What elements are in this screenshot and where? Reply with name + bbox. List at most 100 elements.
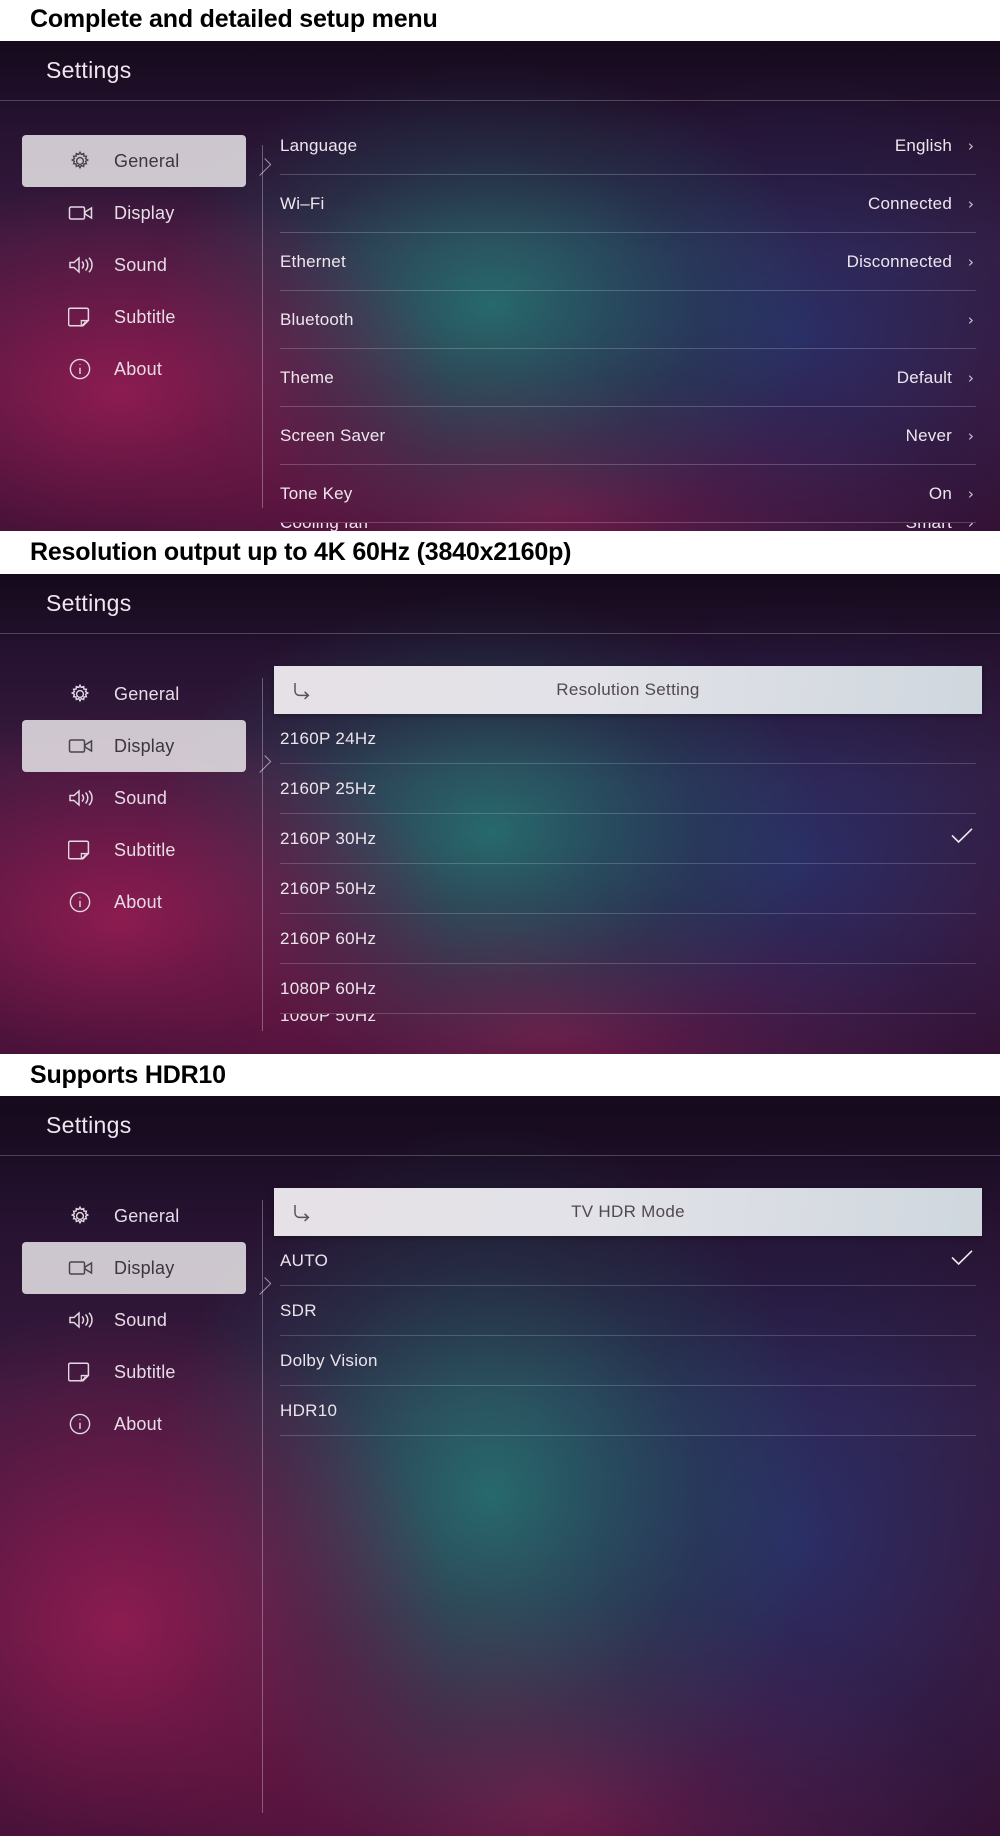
option-row-2160p-50hz[interactable]: 2160P 50Hz <box>280 864 976 914</box>
sidebar-item-label: Subtitle <box>114 839 176 860</box>
option-label: 1080P 50Hz <box>280 1014 377 1025</box>
option-label: 2160P 30Hz <box>280 828 377 848</box>
row-value: Smart <box>906 523 952 531</box>
chevron-right-icon: › <box>967 426 975 445</box>
settings-row-ethernet[interactable]: Ethernet Disconnected › <box>280 233 976 291</box>
settings-row-tone-key[interactable]: Tone Key On › <box>280 465 976 523</box>
row-label: Cooling fan <box>280 523 906 531</box>
sidebar-item-label: About <box>114 1413 163 1434</box>
subtitle-icon: T <box>68 839 98 861</box>
row-value: Connected <box>867 193 952 213</box>
svg-text:T: T <box>83 322 86 327</box>
title-bar: Settings <box>0 41 1000 101</box>
sidebar-item-general[interactable]: General <box>34 1190 246 1242</box>
sidebar-item-general[interactable]: General <box>34 668 246 720</box>
settings-row-theme[interactable]: Theme Default › <box>280 349 976 407</box>
sidebar-item-subtitle[interactable]: T Subtitle <box>34 824 246 876</box>
row-value: On <box>928 483 952 503</box>
info-icon <box>68 357 98 381</box>
option-row-1080p-60hz[interactable]: 1080P 60Hz <box>280 964 976 1014</box>
speaker-icon <box>68 1310 98 1330</box>
sidebar-item-subtitle[interactable]: T Subtitle <box>34 1346 246 1398</box>
settings-row-wifi[interactable]: Wi–Fi Connected › <box>280 175 976 233</box>
sidebar-item-label: Display <box>114 202 175 223</box>
sidebar-item-label: About <box>114 891 163 912</box>
sidebar-item-label: Subtitle <box>114 1361 176 1382</box>
sidebar-item-about[interactable]: About <box>34 876 246 928</box>
sidebar-item-general[interactable]: General <box>22 135 246 187</box>
sidebar-item-label: Sound <box>114 254 168 275</box>
option-row-2160p-25hz[interactable]: 2160P 25Hz <box>280 764 976 814</box>
option-label: SDR <box>280 1300 317 1320</box>
check-icon <box>950 1249 976 1272</box>
settings-row-language[interactable]: Language English › <box>280 117 976 175</box>
display-icon <box>68 1258 98 1278</box>
page-title: Settings <box>46 590 132 616</box>
sidebar-item-display[interactable]: Display <box>22 720 246 772</box>
row-value: Never <box>905 425 952 445</box>
row-value: Disconnected <box>846 251 952 271</box>
option-label: 2160P 24Hz <box>280 728 377 748</box>
heading-setup-menu: Complete and detailed setup menu <box>30 5 438 33</box>
sidebar-item-label: Display <box>114 1257 175 1278</box>
sidebar-item-label: General <box>114 1205 180 1226</box>
sidebar-item-sound[interactable]: Sound <box>34 239 246 291</box>
page-title: Settings <box>46 1112 132 1138</box>
chevron-right-icon: › <box>967 484 975 503</box>
sidebar-item-about[interactable]: About <box>34 343 246 395</box>
row-label: Theme <box>280 367 334 387</box>
option-label: 2160P 50Hz <box>280 878 377 898</box>
sidebar-item-about[interactable]: About <box>34 1398 246 1450</box>
check-icon <box>950 827 976 850</box>
sidebar-item-label: General <box>114 683 180 704</box>
subtitle-icon: T <box>68 306 98 328</box>
gear-icon <box>68 1204 98 1228</box>
settings-row-bluetooth[interactable]: Bluetooth › <box>280 291 976 349</box>
option-label: AUTO <box>280 1250 329 1270</box>
option-row-dolby-vision[interactable]: Dolby Vision <box>280 1336 976 1386</box>
back-arrow-icon[interactable] <box>274 1201 332 1223</box>
option-row-hdr10[interactable]: HDR10 <box>280 1386 976 1436</box>
sidebar-item-label: About <box>114 358 163 379</box>
info-icon <box>68 890 98 914</box>
row-label: Ethernet <box>280 251 346 271</box>
option-label: Dolby Vision <box>280 1350 378 1370</box>
option-row-sdr[interactable]: SDR <box>280 1286 976 1336</box>
option-row-1080p-50hz[interactable]: 1080P 50Hz <box>280 1014 976 1040</box>
settings-row-cooling-fan[interactable]: Cooling fan Smart › <box>280 523 976 531</box>
option-row-auto[interactable]: AUTO <box>280 1236 976 1286</box>
gear-icon <box>68 682 98 706</box>
settings-screen-resolution: Settings General Display Sound T Subtitl… <box>0 574 1000 1054</box>
option-label: 1080P 60Hz <box>280 978 377 998</box>
row-value: English <box>894 135 952 155</box>
option-row-2160p-60hz[interactable]: 2160P 60Hz <box>280 914 976 964</box>
sidebar-item-sound[interactable]: Sound <box>34 772 246 824</box>
sidebar-item-sound[interactable]: Sound <box>34 1294 246 1346</box>
page-title: Settings <box>46 57 132 83</box>
row-label: Wi–Fi <box>280 193 325 213</box>
resolution-subheader: Resolution Setting <box>274 666 982 714</box>
speaker-icon <box>68 788 98 808</box>
subheader-title: Resolution Setting <box>556 680 700 699</box>
sidebar-item-subtitle[interactable]: T Subtitle <box>34 291 246 343</box>
title-bar: Settings <box>0 1096 1000 1156</box>
back-arrow-icon[interactable] <box>274 679 332 701</box>
option-row-2160p-24hz[interactable]: 2160P 24Hz <box>280 714 976 764</box>
display-icon <box>68 203 98 223</box>
sidebar-item-label: General <box>114 150 180 171</box>
speaker-icon <box>68 255 98 275</box>
gear-icon <box>68 149 98 173</box>
svg-text:T: T <box>83 855 86 860</box>
hdr-options-pane: TV HDR Mode AUTO SDR Dolby Vision HDR10 <box>262 1156 1000 1835</box>
chevron-right-icon: › <box>967 252 975 271</box>
option-label: HDR10 <box>280 1400 338 1420</box>
row-label: Language <box>280 135 358 155</box>
option-row-2160p-30hz[interactable]: 2160P 30Hz <box>280 814 976 864</box>
sidebar-item-label: Subtitle <box>114 306 176 327</box>
title-bar: Settings <box>0 574 1000 634</box>
sidebar-item-display[interactable]: Display <box>34 187 246 239</box>
display-icon <box>68 736 98 756</box>
svg-text:T: T <box>83 1377 86 1382</box>
settings-row-screen-saver[interactable]: Screen Saver Never › <box>280 407 976 465</box>
sidebar-item-display[interactable]: Display <box>22 1242 246 1294</box>
